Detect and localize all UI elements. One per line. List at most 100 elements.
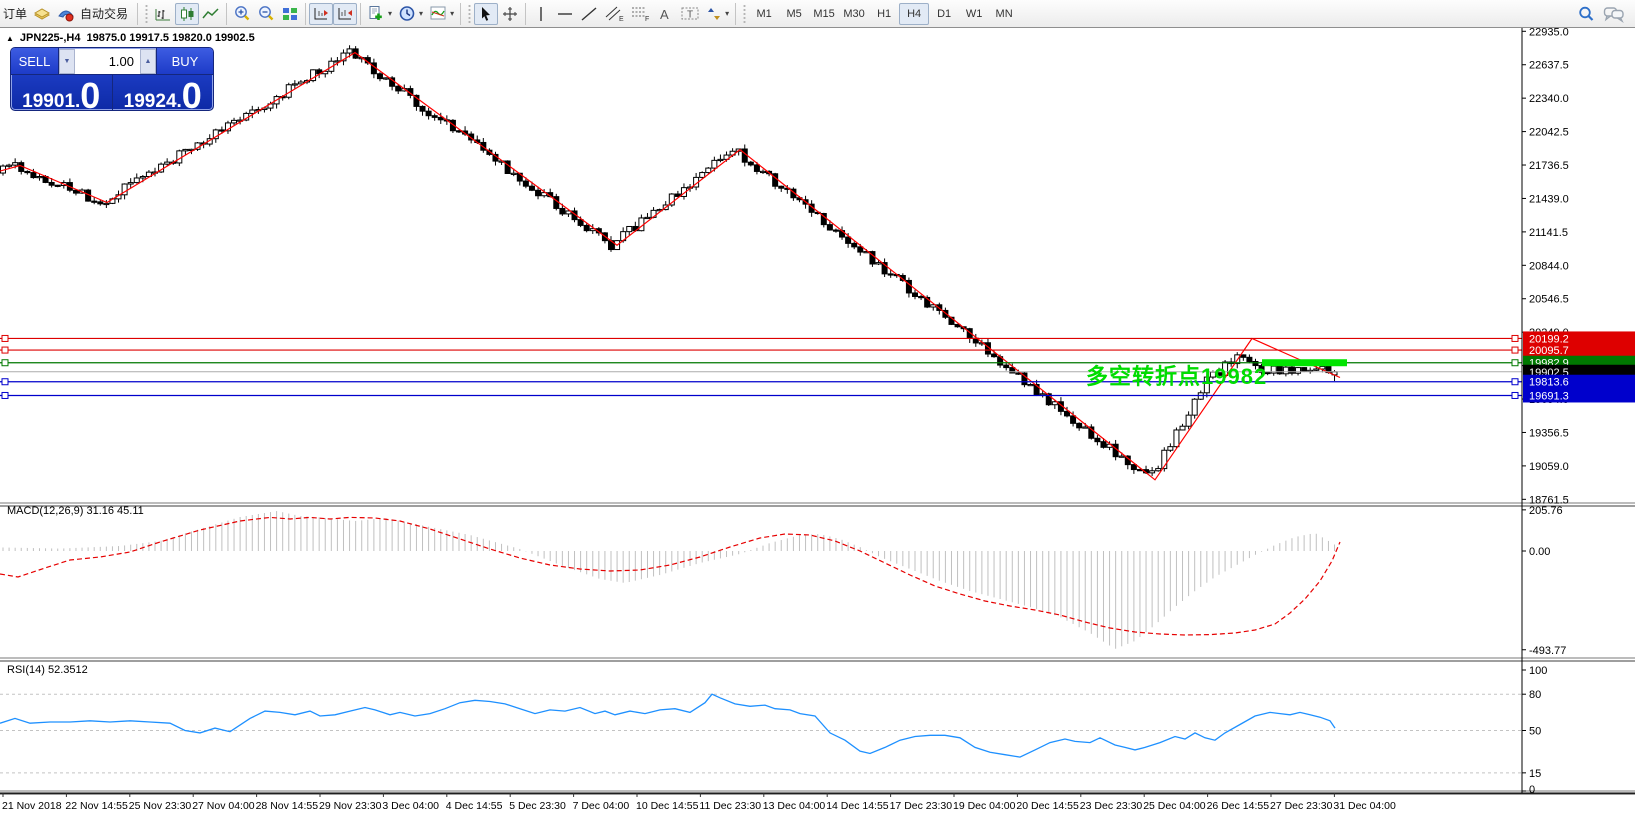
arrows-button[interactable]: ▾: [703, 3, 732, 25]
order-book-button[interactable]: [30, 3, 54, 25]
indicators-button[interactable]: ▾: [426, 3, 457, 25]
vertical-line-button[interactable]: [529, 3, 553, 25]
chart-shift-button[interactable]: [309, 3, 333, 25]
tile-windows-button[interactable]: [278, 3, 302, 25]
svg-text:-493.77: -493.77: [1529, 645, 1566, 657]
svg-text:5 Dec 23:30: 5 Dec 23:30: [509, 800, 566, 812]
svg-text:205.76: 205.76: [1529, 505, 1563, 517]
trade-panel-prices: 19901. 0 19924. 0: [11, 74, 213, 111]
clock-icon: [398, 5, 416, 22]
timeframe-button-M1[interactable]: M1: [749, 3, 779, 25]
svg-text:50: 50: [1529, 726, 1541, 738]
orders-label[interactable]: 订单: [0, 5, 30, 22]
candlestick-chart-button[interactable]: [175, 3, 199, 25]
timeframe-button-D1[interactable]: D1: [929, 3, 959, 25]
zoom-in-button[interactable]: [230, 3, 254, 25]
svg-text:20 Dec 14:55: 20 Dec 14:55: [1016, 800, 1079, 812]
bar-chart-button[interactable]: [151, 3, 175, 25]
equidistant-channel-button[interactable]: E: [601, 3, 627, 25]
svg-text:0: 0: [1529, 784, 1535, 796]
toolbar-grip: [143, 4, 149, 24]
crosshair-icon: [501, 6, 519, 22]
one-click-trading-panel: SELL ▼ 1.00 ▲ BUY 19901. 0 19924. 0: [10, 47, 214, 111]
rsi-indicator-label: RSI(14) 52.3512: [7, 664, 88, 676]
svg-text:100: 100: [1529, 665, 1547, 677]
crosshair-button[interactable]: [498, 3, 522, 25]
period-button[interactable]: ▾: [395, 3, 426, 25]
timeframe-button-M5[interactable]: M5: [779, 3, 809, 25]
svg-text:19691.3: 19691.3: [1529, 390, 1569, 402]
auto-scroll-button[interactable]: [333, 3, 357, 25]
mt4-terminal: 订单 自动交易: [0, 0, 1635, 816]
svg-text:19356.5: 19356.5: [1529, 427, 1569, 439]
search-icon[interactable]: [1577, 5, 1595, 23]
volume-increase-button[interactable]: ▲: [140, 49, 156, 74]
svg-text:17 Dec 23:30: 17 Dec 23:30: [890, 800, 953, 812]
symbol-ohlc: 19875.0 19917.5 19820.0 19902.5: [86, 32, 254, 44]
svg-text:20095.7: 20095.7: [1529, 345, 1569, 357]
arrows-caret-icon: ▾: [725, 9, 729, 18]
svg-text:80: 80: [1529, 689, 1541, 701]
symbol-title-bar: ▲ JPN225-,H4 19875.0 19917.5 19820.0 199…: [6, 32, 255, 44]
highlight-band[interactable]: [1262, 359, 1347, 366]
turning-point-annotation[interactable]: 多空转折点19982: [1086, 359, 1267, 391]
svg-text:22340.0: 22340.0: [1529, 93, 1569, 105]
svg-text:15: 15: [1529, 768, 1541, 780]
chat-icon[interactable]: [1603, 5, 1625, 23]
new-order-button[interactable]: ▾: [364, 3, 395, 25]
vertical-line-icon: [534, 6, 548, 22]
toolbar-separator: [360, 3, 361, 25]
svg-text:20546.5: 20546.5: [1529, 294, 1569, 306]
tile-windows-icon: [281, 6, 299, 22]
buy-button[interactable]: BUY: [156, 48, 213, 74]
text-label-button[interactable]: T: [677, 3, 703, 25]
sell-price-big: 0: [80, 81, 100, 111]
svg-text:3 Dec 04:00: 3 Dec 04:00: [382, 800, 439, 812]
text-button[interactable]: A: [653, 3, 677, 25]
svg-text:27 Nov 04:00: 27 Nov 04:00: [192, 800, 255, 812]
fibonacci-button[interactable]: F: [627, 3, 653, 25]
horizontal-line-button[interactable]: [553, 3, 577, 25]
sell-price[interactable]: 19901. 0: [11, 75, 113, 111]
volume-decrease-button[interactable]: ▼: [59, 49, 75, 74]
svg-text:28 Nov 14:55: 28 Nov 14:55: [256, 800, 319, 812]
cursor-button[interactable]: [474, 3, 498, 25]
chart-window[interactable]: 22935.022637.522340.022042.521736.521439…: [0, 28, 1635, 816]
svg-text:31 Dec 04:00: 31 Dec 04:00: [1333, 800, 1396, 812]
svg-text:26 Dec 14:55: 26 Dec 14:55: [1207, 800, 1270, 812]
timeframe-button-M30[interactable]: M30: [839, 3, 869, 25]
svg-text:22042.5: 22042.5: [1529, 127, 1569, 139]
zoom-out-button[interactable]: [254, 3, 278, 25]
collapse-icon[interactable]: ▲: [6, 34, 14, 43]
line-chart-button[interactable]: [199, 3, 223, 25]
timeframe-button-H4[interactable]: H4: [899, 3, 929, 25]
sell-button[interactable]: SELL: [11, 48, 59, 74]
volume-input[interactable]: 1.00: [75, 49, 140, 74]
svg-text:19059.0: 19059.0: [1529, 461, 1569, 473]
svg-text:4 Dec 14:55: 4 Dec 14:55: [446, 800, 503, 812]
buy-price[interactable]: 19924. 0: [113, 75, 214, 111]
timeframe-button-H1[interactable]: H1: [869, 3, 899, 25]
cursor-icon: [478, 6, 494, 22]
svg-text:7 Dec 04:00: 7 Dec 04:00: [573, 800, 630, 812]
chart-canvas[interactable]: 22935.022637.522340.022042.521736.521439…: [0, 28, 1635, 816]
svg-text:23 Dec 23:30: 23 Dec 23:30: [1080, 800, 1143, 812]
timeframe-button-M15[interactable]: M15: [809, 3, 839, 25]
autotrading-icon: [57, 6, 75, 22]
sell-price-small: 19901.: [22, 92, 80, 111]
svg-text:E: E: [619, 16, 624, 22]
timeframe-button-W1[interactable]: W1: [959, 3, 989, 25]
svg-text:14 Dec 14:55: 14 Dec 14:55: [826, 800, 889, 812]
main-toolbar: 订单 自动交易: [0, 0, 1635, 28]
fibonacci-icon: F: [630, 5, 650, 22]
trade-panel-controls: SELL ▼ 1.00 ▲ BUY: [11, 48, 213, 74]
svg-text:21141.5: 21141.5: [1529, 227, 1568, 239]
autotrading-button[interactable]: 自动交易: [54, 3, 134, 25]
svg-text:21 Nov 2018: 21 Nov 2018: [2, 800, 62, 812]
trendline-button[interactable]: [577, 3, 601, 25]
svg-text:19813.6: 19813.6: [1529, 377, 1569, 389]
zoom-in-icon: [233, 5, 251, 22]
svg-text:F: F: [645, 16, 649, 22]
new-order-caret-icon: ▾: [388, 9, 392, 18]
timeframe-button-MN[interactable]: MN: [989, 3, 1019, 25]
